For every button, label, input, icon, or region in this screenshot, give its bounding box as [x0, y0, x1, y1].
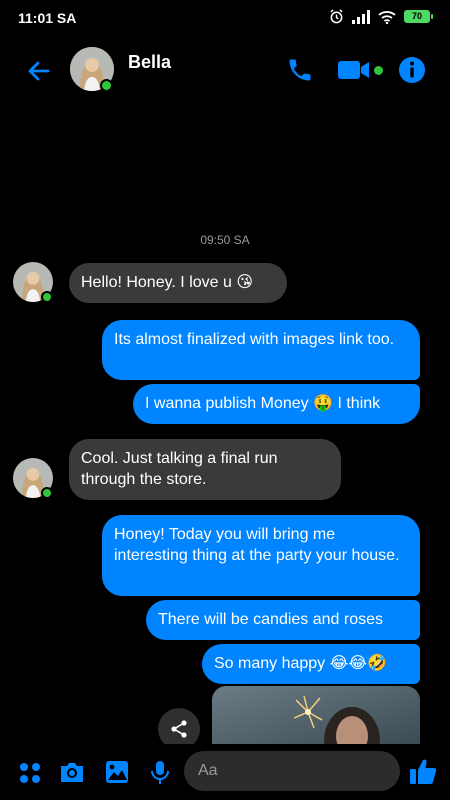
- battery-icon: 70: [404, 10, 433, 23]
- online-status-dot: [100, 79, 113, 92]
- share-icon: [171, 720, 187, 738]
- wifi-icon: [378, 10, 396, 24]
- microphone-icon[interactable]: [146, 758, 174, 786]
- gallery-icon[interactable]: [103, 758, 131, 786]
- online-status-dot: [41, 487, 53, 499]
- video-camera-icon[interactable]: [337, 57, 371, 83]
- thumbs-up-icon[interactable]: [408, 756, 438, 786]
- message-bubble-outgoing[interactable]: I wanna publish Money 🤑 I think: [133, 384, 420, 424]
- conversation-header: Bella: [0, 36, 450, 104]
- message-bubble-outgoing[interactable]: Its almost finalized with images link to…: [102, 320, 420, 380]
- message-timestamp: 09:50 SA: [200, 233, 250, 247]
- status-icons: 70: [329, 9, 433, 24]
- message-bubble-incoming[interactable]: Hello! Honey. I love u 😘: [69, 263, 287, 303]
- status-time: 11:01 SA: [18, 10, 77, 26]
- apps-grid-icon[interactable]: [16, 758, 44, 786]
- camera-icon[interactable]: [58, 758, 86, 786]
- message-bubble-outgoing[interactable]: There will be candies and roses: [146, 600, 420, 640]
- phone-icon[interactable]: [286, 56, 314, 84]
- info-icon[interactable]: [398, 56, 426, 84]
- message-input[interactable]: [184, 751, 400, 791]
- photo-message[interactable]: [212, 686, 420, 746]
- status-bar: 11:01 SA 70: [0, 0, 450, 36]
- message-bubble-incoming[interactable]: Cool. Just talking a final run through t…: [69, 439, 341, 500]
- back-arrow-icon[interactable]: [24, 56, 54, 86]
- contact-name[interactable]: Bella: [128, 52, 171, 73]
- message-bubble-outgoing[interactable]: So many happy 😂😂🤣: [202, 644, 420, 684]
- battery-level: 70: [411, 11, 422, 21]
- alarm-icon: [330, 9, 343, 24]
- message-composer: [0, 744, 450, 800]
- signal-icon: [352, 9, 370, 24]
- video-active-dot: [374, 66, 383, 75]
- online-status-dot: [41, 291, 53, 303]
- message-bubble-outgoing[interactable]: Honey! Today you will bring me interesti…: [102, 515, 420, 596]
